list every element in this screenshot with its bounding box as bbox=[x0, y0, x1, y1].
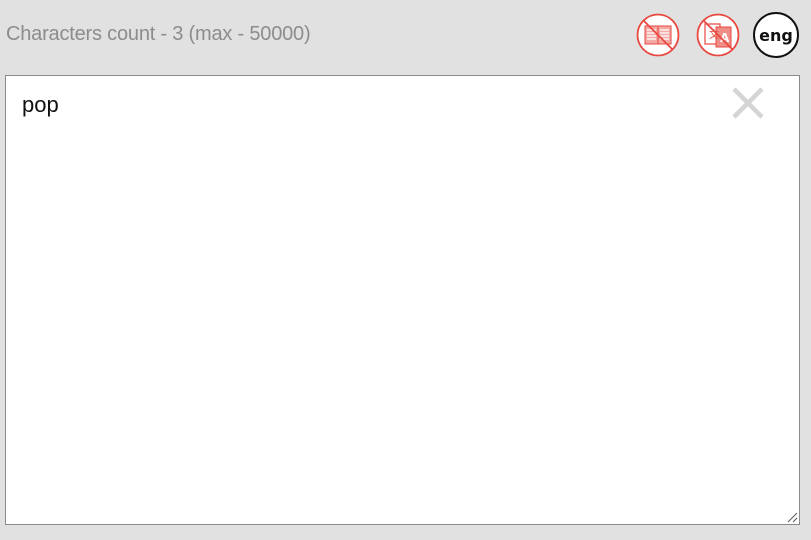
close-icon bbox=[732, 87, 764, 119]
language-button[interactable]: eng bbox=[753, 12, 799, 58]
text-editor bbox=[5, 75, 800, 525]
dictionary-toggle-button[interactable] bbox=[636, 13, 680, 57]
source-text-input[interactable] bbox=[6, 76, 799, 524]
translate-off-icon: 文 A bbox=[696, 13, 740, 57]
characters-count: Characters count - 3 (max - 50000) bbox=[6, 23, 311, 45]
translator-page: Characters count - 3 (max - 50000) 文 A e… bbox=[0, 0, 811, 540]
header-bar: Characters count - 3 (max - 50000) 文 A e… bbox=[0, 0, 811, 72]
dictionary-off-icon bbox=[636, 13, 680, 57]
translate-toggle-button[interactable]: 文 A bbox=[696, 13, 740, 57]
clear-text-button[interactable] bbox=[731, 86, 765, 120]
resize-handle-icon[interactable] bbox=[786, 511, 798, 523]
